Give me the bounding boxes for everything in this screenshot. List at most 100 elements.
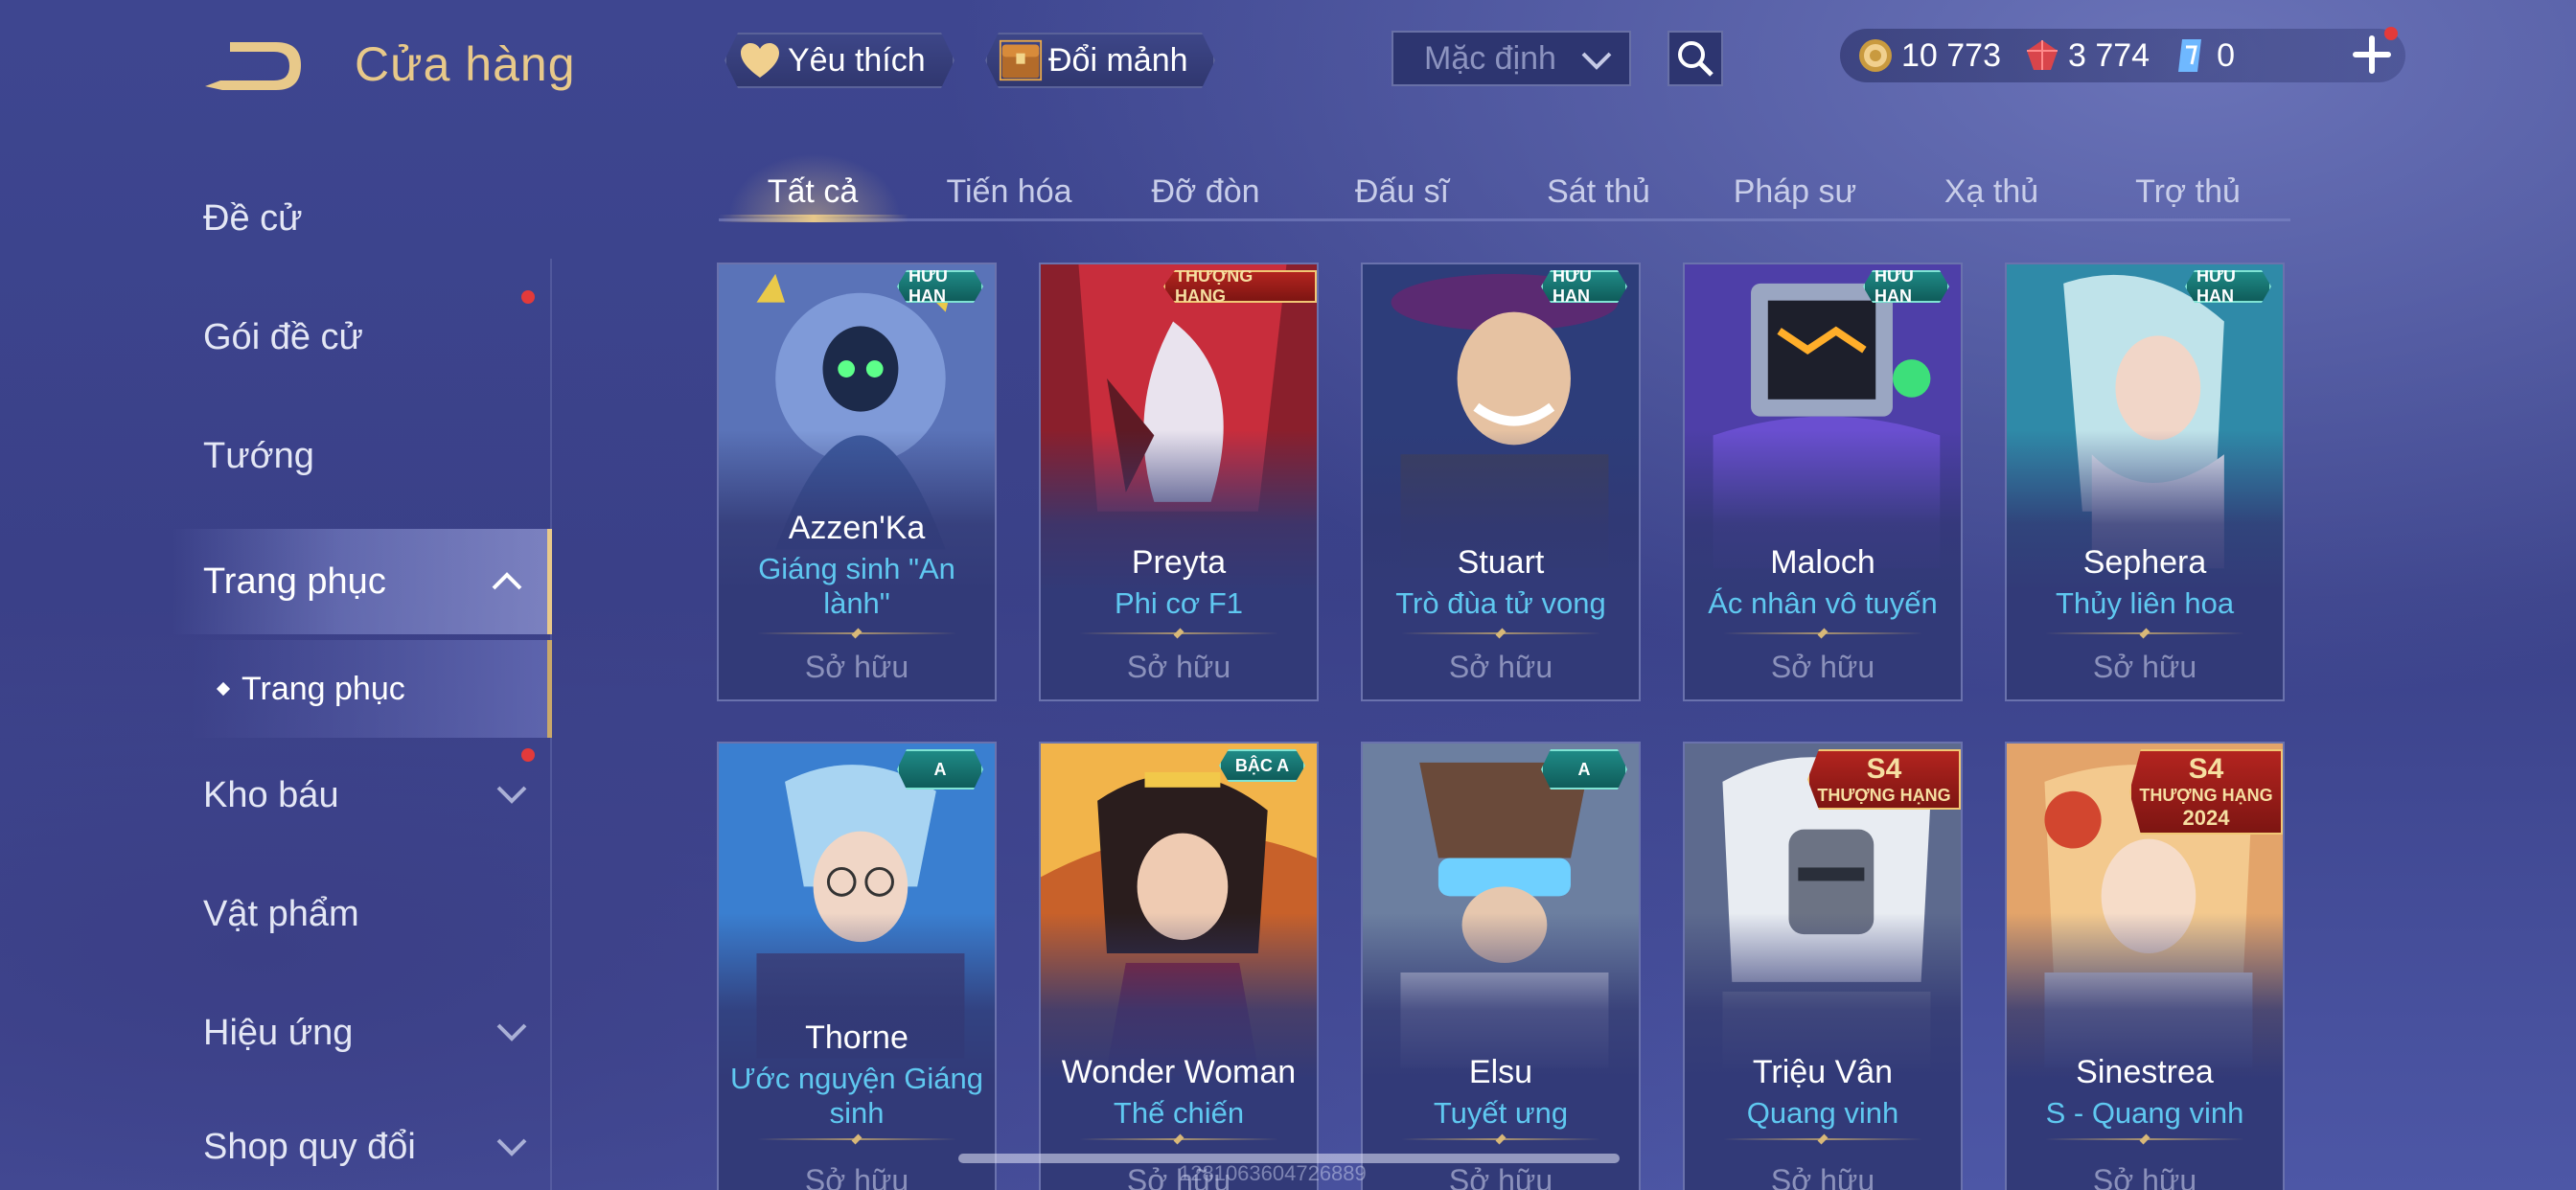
- swap-shards-button[interactable]: Đổi mảnh: [985, 33, 1215, 88]
- owned-status: Sở hữu: [1770, 650, 1875, 684]
- voucher-amount: 0: [2217, 36, 2236, 74]
- skin-name: S - Quang vinh: [2045, 1096, 2244, 1130]
- hero-name: Maloch: [1770, 544, 1875, 581]
- skin-name: Ước nguyện Giáng sinh: [730, 1062, 983, 1130]
- hero-name: Sinestrea: [2076, 1054, 2214, 1090]
- chevron-down-icon: [1581, 52, 1612, 70]
- gem-currency: 3 774: [2024, 37, 2150, 75]
- sidebar-item-skins[interactable]: Trang phục: [172, 529, 552, 634]
- bullet-icon: [216, 681, 231, 697]
- sidebar-item-treasure[interactable]: Kho báu: [172, 747, 552, 843]
- premium-badge: S4 THƯỢNG HẠNG: [1807, 749, 1961, 810]
- search-button[interactable]: [1668, 31, 1723, 86]
- sidebar-item-label: Kho báu: [203, 774, 339, 815]
- uid-watermark: 1281063604726889: [1179, 1161, 1367, 1185]
- owned-status: Sở hữu: [804, 650, 909, 684]
- sidebar-item-label: Trang phục: [203, 561, 386, 602]
- favorite-label: Yêu thích: [788, 41, 926, 79]
- voucher-icon: [2178, 39, 2202, 72]
- skin-card[interactable]: BẬC A Wonder Woman Thế chiến Sở hữu: [1039, 742, 1319, 1190]
- skin-card[interactable]: A Elsu Tuyết ưng Sở hữu: [1361, 742, 1641, 1190]
- voucher-currency: 0: [2173, 37, 2235, 75]
- swap-shards-label: Đổi mảnh: [1048, 41, 1188, 79]
- skin-name: Thủy liên hoa: [2055, 586, 2235, 620]
- tab-assassin[interactable]: Sát thủ: [1503, 163, 1694, 220]
- premium-badge: S4 THƯỢNG HẠNG 2024: [2129, 749, 2283, 835]
- notification-dot: [2384, 27, 2398, 40]
- sidebar-item-label: Đề cử: [203, 197, 303, 239]
- divider: [2045, 632, 2244, 634]
- sidebar-item-effects[interactable]: Hiệu ứng: [172, 985, 552, 1081]
- sidebar-item-label: Hiệu ứng: [203, 1012, 354, 1053]
- hero-name: Preyta: [1131, 544, 1227, 581]
- sidebar-item-heroes[interactable]: Tướng: [172, 408, 552, 504]
- owned-status: Sở hữu: [2092, 650, 2197, 684]
- tab-mage[interactable]: Pháp sư: [1699, 163, 1891, 220]
- chevron-down-icon: [496, 1138, 527, 1156]
- skin-card[interactable]: THƯỢNG HẠNG Preyta Phi cơ F1 Sở hữu: [1039, 263, 1319, 701]
- gem-amount: 3 774: [2068, 36, 2150, 74]
- hero-name: Sephera: [2082, 544, 2207, 581]
- sidebar-subitem-label: Trang phục: [242, 670, 405, 707]
- tab-marksman[interactable]: Xạ thủ: [1896, 163, 2087, 220]
- gold-coin-icon: [1859, 39, 1892, 72]
- hero-name: Wonder Woman: [1061, 1054, 1297, 1090]
- tier-badge: BẬC A: [1219, 749, 1305, 782]
- sort-dropdown[interactable]: Mặc định: [1392, 31, 1631, 86]
- skin-card[interactable]: HỮU HẠN Stuart Trò đùa tử vong Sở hữu: [1361, 263, 1641, 701]
- chevron-up-icon: [492, 572, 522, 590]
- skin-card[interactable]: A Thorne Ước nguyện Giáng sinh Sở hữu: [717, 742, 997, 1190]
- favorite-button[interactable]: Yêu thích: [724, 33, 954, 88]
- divider: [2045, 1138, 2244, 1140]
- divider: [1079, 1138, 1278, 1140]
- sidebar-item-label: Gói đề cử: [203, 316, 363, 357]
- divider: [1401, 1138, 1600, 1140]
- skin-name: Tuyết ưng: [1433, 1096, 1569, 1130]
- limited-badge: HỮU HẠN: [2185, 270, 2271, 303]
- skin-card[interactable]: HỮU HẠN Azzen'Ka Giáng sinh "An lành" Sở…: [717, 263, 997, 701]
- owned-status: Sở hữu: [804, 1163, 909, 1190]
- limited-badge: A: [897, 749, 983, 790]
- sidebar-item-recommended-packs[interactable]: Gói đề cử: [172, 289, 552, 385]
- gold-amount: 10 773: [1901, 36, 2001, 74]
- divider: [1723, 632, 1922, 634]
- skin-name: Trò đùa tử vong: [1395, 586, 1606, 620]
- tab-fighter[interactable]: Đấu sĩ: [1306, 163, 1498, 220]
- currency-bar: 10 773 3 774 0: [1840, 29, 2405, 82]
- skin-card[interactable]: HỮU HẠN Sephera Thủy liên hoa Sở hữu: [2005, 263, 2285, 701]
- sidebar-item-exchange-shop[interactable]: Shop quy đổi: [172, 1104, 552, 1190]
- limited-badge: A: [1541, 749, 1627, 790]
- skin-card[interactable]: S4 THƯỢNG HẠNG Triệu Vân Quang vinh Sở h…: [1683, 742, 1963, 1190]
- premium-badge: THƯỢNG HẠNG: [1163, 270, 1317, 303]
- tab-all[interactable]: Tất cả: [717, 163, 908, 220]
- divider: [1079, 632, 1278, 634]
- tab-support[interactable]: Trợ thủ: [2092, 163, 2284, 220]
- hero-name: Elsu: [1468, 1054, 1533, 1090]
- sort-value: Mặc định: [1424, 39, 1556, 77]
- owned-status: Sở hữu: [1770, 1163, 1875, 1190]
- skin-card[interactable]: HỮU HẠN Maloch Ác nhân vô tuyến Sở hữu: [1683, 263, 1963, 701]
- chevron-down-icon: [496, 786, 527, 804]
- sidebar-item-recommended[interactable]: Đề cử: [172, 171, 552, 266]
- sidebar-item-items[interactable]: Vật phẩm: [172, 866, 552, 962]
- skin-card[interactable]: S4 THƯỢNG HẠNG 2024 Sinestrea S - Quang …: [2005, 742, 2285, 1190]
- heart-icon: [738, 38, 782, 82]
- hero-name: Thorne: [805, 1019, 908, 1056]
- notification-dot: [521, 748, 535, 762]
- gold-currency: 10 773: [1857, 37, 2001, 75]
- tab-evolution[interactable]: Tiến hóa: [913, 163, 1105, 220]
- divider: [1723, 1138, 1922, 1140]
- limited-badge: HỮU HẠN: [1863, 270, 1949, 303]
- tab-tank[interactable]: Đỡ đòn: [1110, 163, 1301, 220]
- owned-status: Sở hữu: [2092, 1163, 2197, 1190]
- owned-status: Sở hữu: [1126, 650, 1231, 684]
- chest-icon: [999, 38, 1043, 82]
- hero-name: Triệu Vân: [1752, 1054, 1894, 1090]
- red-gem-icon: [2027, 40, 2058, 70]
- limited-badge: HỮU HẠN: [1541, 270, 1627, 303]
- back-button[interactable]: [201, 36, 307, 98]
- page-title: Cửa hàng: [355, 37, 576, 91]
- sidebar-subitem-skins[interactable]: Trang phục: [192, 640, 552, 738]
- sidebar-item-label: Shop quy đổi: [203, 1126, 416, 1167]
- hero-name: Azzen'Ka: [788, 510, 926, 546]
